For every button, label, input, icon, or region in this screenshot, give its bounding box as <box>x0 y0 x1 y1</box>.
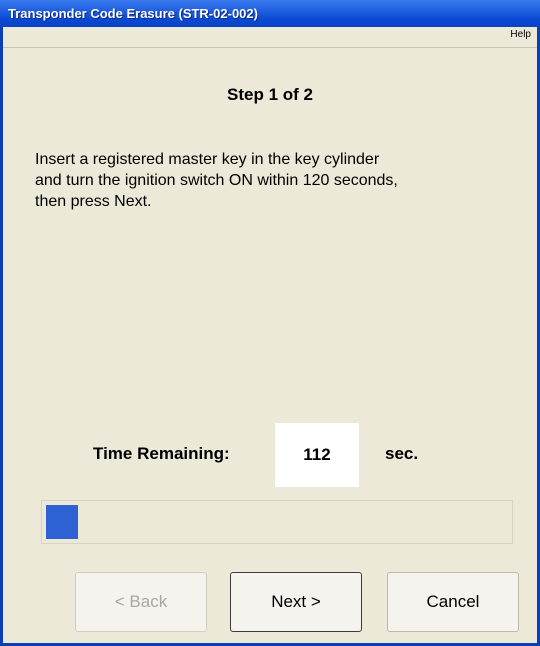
instructions-line: Insert a registered master key in the ke… <box>35 151 380 168</box>
back-button[interactable]: < Back <box>75 572 207 632</box>
window-title: Transponder Code Erasure (STR-02-002) <box>0 0 540 27</box>
time-remaining-value: 112 <box>275 423 359 487</box>
help-menu[interactable]: Help <box>510 29 531 40</box>
next-button[interactable]: Next > <box>230 572 362 632</box>
progress-fill <box>46 505 78 539</box>
instructions-line: and turn the ignition switch ON within 1… <box>35 172 398 189</box>
step-indicator: Step 1 of 2 <box>227 85 313 104</box>
instructions-text: Insert a registered master key in the ke… <box>35 149 515 212</box>
menu-bar: Help <box>3 27 537 48</box>
countdown-progress-bar <box>41 500 513 544</box>
transponder-erasure-window: Transponder Code Erasure (STR-02-002) He… <box>0 0 540 646</box>
time-unit-label: sec. <box>385 444 419 463</box>
instructions-line: then press Next. <box>35 193 152 210</box>
time-remaining-label: Time Remaining: <box>93 444 230 463</box>
cancel-button[interactable]: Cancel <box>387 572 519 632</box>
